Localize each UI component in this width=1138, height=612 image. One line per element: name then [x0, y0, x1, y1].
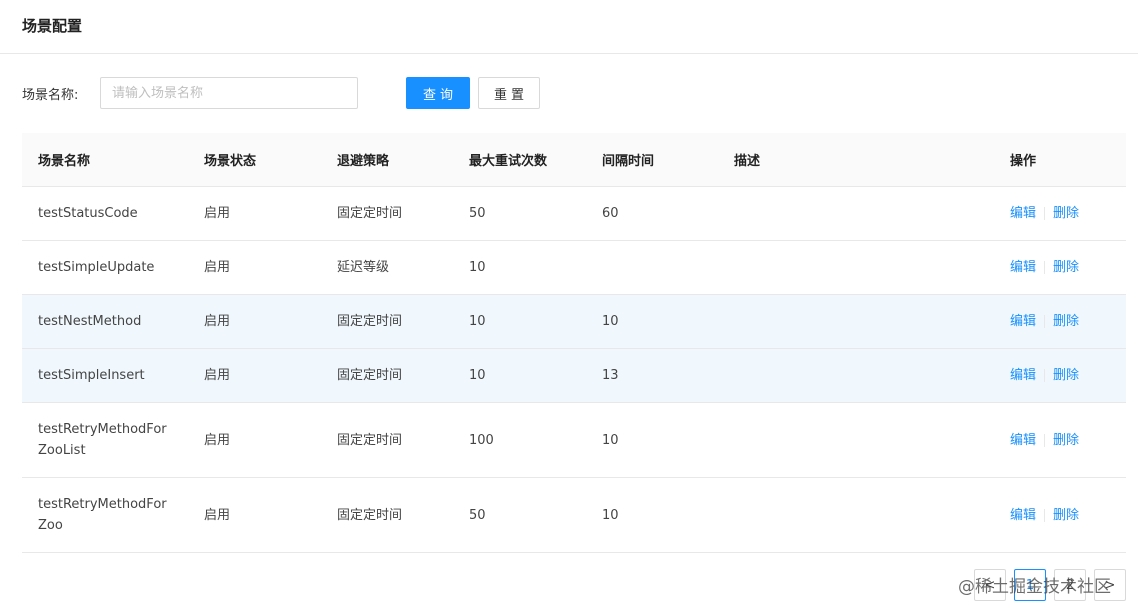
column-header-interval: 间隔时间 [602, 154, 655, 169]
cell-strategy: 固定定时间 [337, 432, 403, 448]
action-divider [1044, 433, 1046, 447]
delete-link[interactable]: 删除 [1053, 505, 1079, 526]
page-header: 场景配置 [0, 0, 1138, 54]
cell-name-line: testRetryMethodFor [38, 497, 167, 512]
cell-interval: 60 [602, 206, 619, 221]
cell-strategy: 延迟等级 [337, 260, 390, 275]
cell-actions: 编辑 删除 [994, 203, 1126, 224]
cell-max-retry: 50 [469, 507, 486, 523]
scene-table: 场景名称 场景状态 退避策略 最大重试次数 间隔时间 描述 操作 testSta… [22, 133, 1126, 553]
cell-interval: 10 [602, 314, 619, 329]
action-divider [1044, 508, 1046, 522]
cell-actions: 编辑 删除 [994, 505, 1126, 526]
cell-name: testSimpleUpdate [38, 260, 155, 275]
cell-name-line: testRetryMethodFor [38, 422, 167, 437]
cell-max-retry: 50 [469, 206, 486, 221]
column-header-description: 描述 [734, 154, 761, 169]
cell-interval: 10 [602, 507, 619, 523]
cell-max-retry: 10 [469, 368, 486, 383]
delete-link[interactable]: 删除 [1053, 257, 1079, 278]
cell-max-retry: 10 [469, 314, 486, 329]
cell-status: 启用 [204, 432, 231, 448]
table-row: testStatusCode 启用 固定定时间 50 60 编辑 删除 [22, 187, 1126, 241]
cell-strategy: 固定定时间 [337, 314, 403, 329]
edit-link[interactable]: 编辑 [1010, 505, 1036, 526]
edit-link[interactable]: 编辑 [1010, 257, 1036, 278]
cell-max-retry: 100 [469, 432, 494, 448]
table-row: testRetryMethodFor ZooList 启用 固定定时间 100 … [22, 403, 1126, 478]
table-row: testNestMethod 启用 固定定时间 10 10 编辑 删除 [22, 295, 1126, 349]
cell-actions: 编辑 删除 [994, 430, 1126, 451]
column-header-actions: 操作 [1010, 154, 1037, 169]
cell-interval: 10 [602, 432, 619, 448]
table-row: testSimpleUpdate 启用 延迟等级 10 编辑 删除 [22, 241, 1126, 295]
cell-status: 启用 [204, 507, 231, 523]
column-header-status: 场景状态 [204, 154, 257, 169]
cell-strategy: 固定定时间 [337, 206, 403, 221]
search-label: 场景名称: [22, 88, 79, 103]
cell-name: testRetryMethodFor ZooList [22, 419, 188, 461]
cell-name: testStatusCode [38, 206, 138, 221]
action-divider [1044, 261, 1046, 274]
cell-name-line: Zoo [38, 518, 63, 533]
cell-strategy: 固定定时间 [337, 507, 403, 523]
delete-link[interactable]: 删除 [1053, 365, 1079, 386]
table-header: 场景名称 场景状态 退避策略 最大重试次数 间隔时间 描述 操作 [22, 133, 1126, 187]
cell-actions: 编辑 删除 [994, 365, 1126, 386]
cell-name: testSimpleInsert [38, 368, 145, 383]
edit-link[interactable]: 编辑 [1010, 311, 1036, 332]
cell-strategy: 固定定时间 [337, 368, 403, 383]
column-header-strategy: 退避策略 [337, 154, 390, 169]
delete-link[interactable]: 删除 [1053, 203, 1079, 224]
cell-name: testRetryMethodFor Zoo [22, 494, 188, 536]
column-header-name: 场景名称 [38, 154, 91, 169]
delete-link[interactable]: 删除 [1053, 430, 1079, 451]
action-divider [1044, 207, 1046, 220]
cell-name-line: ZooList [38, 443, 86, 458]
cell-name: testNestMethod [38, 314, 142, 329]
query-button[interactable]: 查询 [406, 77, 470, 109]
table-row: testRetryMethodFor Zoo 启用 固定定时间 50 10 编辑… [22, 478, 1126, 553]
cell-actions: 编辑 删除 [994, 257, 1126, 278]
pagination-page-2[interactable]: 2 [1054, 569, 1086, 601]
edit-link[interactable]: 编辑 [1010, 430, 1036, 451]
cell-status: 启用 [204, 260, 231, 275]
cell-status: 启用 [204, 368, 231, 383]
action-divider [1044, 315, 1046, 328]
page-title: 场景配置 [22, 17, 83, 35]
pagination-prev-button[interactable]: < [974, 569, 1006, 601]
pagination-next-button[interactable]: > [1094, 569, 1126, 601]
edit-link[interactable]: 编辑 [1010, 365, 1036, 386]
cell-status: 启用 [204, 206, 231, 221]
cell-status: 启用 [204, 314, 231, 329]
delete-link[interactable]: 删除 [1053, 311, 1079, 332]
cell-max-retry: 10 [469, 260, 486, 275]
pagination-page-1[interactable]: 1 [1014, 569, 1046, 601]
scene-name-input[interactable] [100, 77, 358, 109]
table-row: testSimpleInsert 启用 固定定时间 10 13 编辑 删除 [22, 349, 1126, 403]
reset-button[interactable]: 重置 [478, 77, 540, 109]
cell-interval: 13 [602, 368, 619, 383]
cell-actions: 编辑 删除 [994, 311, 1126, 332]
column-header-max-retry: 最大重试次数 [469, 154, 548, 169]
action-divider [1044, 369, 1046, 382]
edit-link[interactable]: 编辑 [1010, 203, 1036, 224]
